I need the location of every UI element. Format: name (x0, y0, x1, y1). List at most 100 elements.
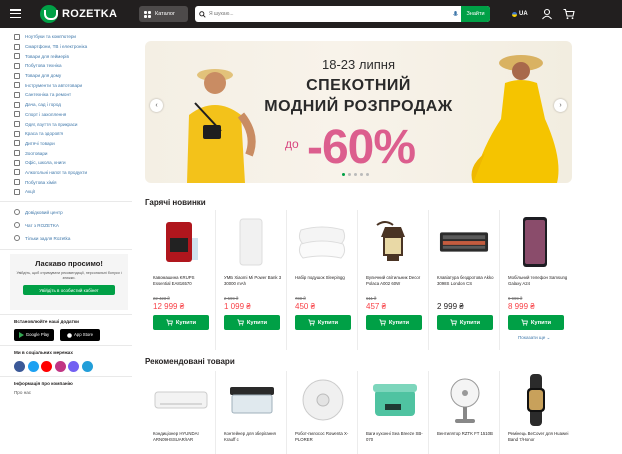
product-card[interactable]: Вуличний світильник Decor Polaca A002 60… (358, 210, 429, 350)
app-store-button[interactable]: App Store (60, 328, 100, 341)
product-name[interactable]: УМБ Xiaomi Mi Power Bank 3 30000 mAh (224, 275, 284, 287)
banner-dot[interactable] (366, 173, 369, 176)
youtube-icon[interactable] (41, 360, 53, 372)
sidebar-divider (0, 248, 132, 250)
man-figure-image (187, 69, 256, 183)
sidebar-service-item[interactable]: Довідковий центр (14, 206, 132, 219)
buy-button[interactable]: Купити (508, 315, 564, 330)
menu-icon[interactable] (10, 9, 21, 18)
banner-next-button[interactable]: › (554, 99, 567, 112)
instagram-icon[interactable] (54, 360, 66, 372)
banner-dot[interactable] (348, 173, 351, 176)
sidebar-service-item[interactable]: Чат з ROZETKA (14, 219, 132, 232)
viber-icon[interactable] (68, 360, 80, 372)
product-card[interactable]: Контейнер для зберігання Krauff с (216, 371, 287, 454)
banner-prev-button[interactable]: ‹ (150, 99, 163, 112)
sidebar-category-label: Товари для дому (25, 73, 62, 79)
buy-button[interactable]: Купити (437, 315, 493, 330)
banner-dot[interactable] (360, 173, 363, 176)
sidebar-category-item[interactable]: Краса та здоров'я (14, 129, 132, 139)
watch-band-icon[interactable] (508, 373, 564, 427)
user-icon[interactable] (541, 8, 553, 20)
sidebar-category-item[interactable]: Інструменти та автотовари (14, 80, 132, 90)
home-icon (14, 72, 20, 79)
product-name[interactable]: Ваги кухонні Sea Breeze SB-070 (366, 431, 428, 443)
buy-button[interactable]: Купити (224, 315, 280, 330)
coffee-machine-icon[interactable] (155, 216, 205, 268)
sidebar-category-item[interactable]: Сантехніка та ремонт (14, 90, 132, 100)
fan-icon[interactable] (437, 373, 493, 427)
phone-icon[interactable] (510, 216, 560, 268)
product-card[interactable]: Кавомашина KRUPS Essential EA816570 22 4… (145, 210, 216, 350)
air-conditioner-icon[interactable] (153, 373, 209, 427)
promo-banner[interactable]: 18-23 липня СПЕКОТНИЙ МОДНИЙ РОЗПРОДАЖ д… (145, 41, 572, 183)
login-button[interactable]: Увійдіть в особистий кабінет (23, 285, 115, 296)
twitter-icon[interactable] (27, 360, 39, 372)
sidebar-category-item[interactable]: Побутова хімія (14, 177, 132, 187)
show-more-link[interactable]: Показати ще ⌄ (518, 335, 550, 341)
powerbank-icon[interactable] (226, 216, 276, 268)
sidebar-category-item[interactable]: Ноутбуки та комп'ютери (14, 32, 132, 42)
language-switch[interactable]: UA (512, 11, 528, 17)
cart-icon (166, 319, 173, 326)
sidebar-category-item[interactable]: Алкогольні напої та продукти (14, 168, 132, 178)
sidebar-category-item[interactable]: Офіс, школа, книги (14, 158, 132, 168)
product-card[interactable]: Мобільний телефон Samsung Galaxy A24 9 9… (500, 210, 571, 350)
chevron-right-icon: › (559, 102, 562, 109)
product-name[interactable]: Контейнер для зберігання Krauff с (224, 431, 286, 443)
product-card[interactable]: Набір подушок Sleepingg 700 ₴ 450 ₴ Купи… (287, 210, 358, 350)
product-card[interactable]: Ремінець BeCover для Huawei Band 7/Honor (500, 371, 571, 454)
product-name[interactable]: Кондиціонер HYUNDAI ARN09HSSUAR/IAR (153, 431, 215, 443)
product-name[interactable]: Клавіатура бездротова Akko 3098S London … (437, 275, 497, 287)
search-input[interactable] (209, 11, 449, 17)
sidebar-category-item[interactable]: Побутова техніка (14, 61, 132, 71)
banner-dot[interactable] (354, 173, 357, 176)
product-card[interactable]: Робот-пилосос Rowenta X-PLORER (287, 371, 358, 454)
microphone-icon[interactable] (449, 6, 461, 22)
pillow-icon[interactable] (297, 216, 347, 268)
facebook-icon[interactable] (14, 360, 25, 372)
sidebar-category-item[interactable]: Дитячі товари (14, 139, 132, 149)
product-price: 457 ₴ (366, 302, 387, 311)
product-name[interactable]: Вуличний світильник Decor Polaca A002 60… (366, 275, 426, 287)
product-name[interactable]: Кавомашина KRUPS Essential EA816570 (153, 275, 213, 287)
catalog-button[interactable]: Каталог (139, 6, 188, 22)
keyboard-icon[interactable] (439, 216, 489, 268)
telegram-icon[interactable] (81, 360, 93, 372)
product-card[interactable]: Клавіатура бездротова Akko 3098S London … (429, 210, 500, 350)
sidebar-category-item[interactable]: Смартфони, ТВ і електроніка (14, 42, 132, 52)
rozetka-logo[interactable]: ROZETKA (40, 5, 117, 23)
sidebar-category-item[interactable]: Товари для геймерів (14, 51, 132, 61)
buy-button[interactable]: Купити (153, 315, 209, 330)
buy-button[interactable]: Купити (366, 315, 422, 330)
product-name[interactable]: Мобільний телефон Samsung Galaxy A24 (508, 275, 568, 287)
company-heading: Інформація про компанію (14, 380, 73, 386)
container-icon[interactable] (224, 373, 280, 427)
lantern-icon[interactable] (368, 216, 418, 268)
robot-vacuum-icon[interactable] (295, 373, 351, 427)
product-name[interactable]: Робот-пилосос Rowenta X-PLORER (295, 431, 357, 443)
sidebar-category-item[interactable]: Дача, сад і город (14, 100, 132, 110)
product-name[interactable]: Набір подушок Sleepingg (295, 275, 355, 281)
sidebar-service-item[interactable]: Тільки задля Rozetka (14, 232, 132, 245)
product-card[interactable]: Кондиціонер HYUNDAI ARN09HSSUAR/IAR (145, 371, 216, 454)
about-link[interactable]: Про нас (14, 390, 132, 395)
banner-dot[interactable] (342, 173, 345, 176)
product-price: 8 999 ₴ (508, 302, 535, 311)
product-name[interactable]: Ремінець BeCover для Huawei Band 7/Honor (508, 431, 570, 443)
scale-icon[interactable] (366, 373, 422, 427)
sidebar-category-item[interactable]: Товари для дому (14, 71, 132, 81)
cart-icon (450, 319, 457, 326)
sidebar-category-item[interactable]: Акції (14, 187, 132, 197)
search-button[interactable]: Знайти (461, 6, 490, 22)
google-play-button[interactable]: Google Play (14, 328, 54, 341)
sidebar-category-item[interactable]: Зоотовари (14, 148, 132, 158)
product-card[interactable]: Ваги кухонні Sea Breeze SB-070 (358, 371, 429, 454)
buy-button[interactable]: Купити (295, 315, 351, 330)
product-card[interactable]: Вентилятор RZTK FT 1510B (429, 371, 500, 454)
cart-icon[interactable] (563, 8, 575, 20)
sidebar-category-item[interactable]: Одяг, взуття та прикраси (14, 119, 132, 129)
product-card[interactable]: УМБ Xiaomi Mi Power Bank 3 30000 mAh 2 5… (216, 210, 287, 350)
product-name[interactable]: Вентилятор RZTK FT 1510B (437, 431, 499, 437)
sidebar-category-item[interactable]: Спорт і захоплення (14, 110, 132, 120)
